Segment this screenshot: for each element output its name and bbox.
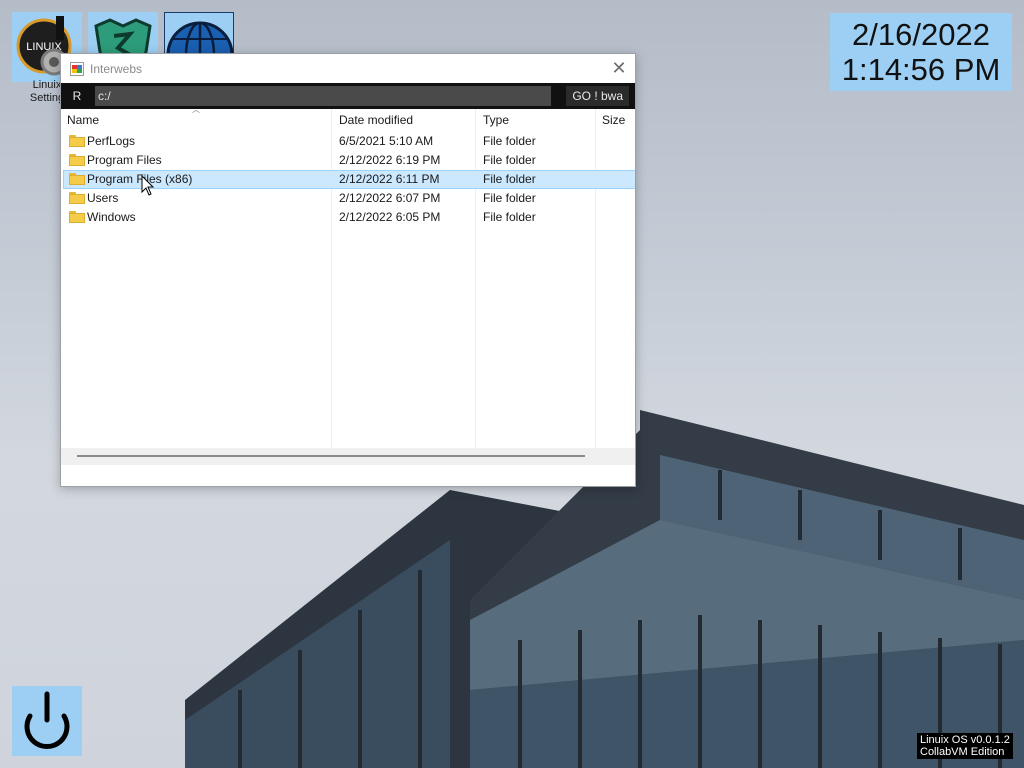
column-header-size[interactable]: Size [602, 113, 625, 127]
folder-icon [69, 211, 85, 223]
item-type: File folder [483, 210, 536, 224]
item-date: 6/5/2021 5:10 AM [339, 134, 434, 148]
item-name: Program Files [87, 153, 162, 167]
file-list: ︿ Name Date modified Type Size PerfLogs … [61, 109, 635, 465]
column-header-type[interactable]: Type [483, 113, 509, 127]
interwebs-window: Interwebs ✕ R GO ! bwa ︿ Name Date modif… [60, 53, 636, 487]
power-button[interactable] [12, 686, 82, 756]
item-name: PerfLogs [87, 134, 136, 148]
refresh-button[interactable]: R [61, 83, 93, 109]
list-item[interactable]: Windows 2/12/2022 6:05 PM File folder [63, 208, 635, 227]
close-icon[interactable]: ✕ [611, 59, 627, 77]
column-header-name[interactable]: Name [67, 113, 99, 127]
item-date: 2/12/2022 6:07 PM [339, 191, 441, 205]
list-item[interactable]: PerfLogs 6/5/2021 5:10 AM File folder [63, 132, 635, 151]
item-type: File folder [483, 134, 536, 148]
item-type: File folder [483, 172, 536, 186]
item-name: Users [87, 191, 119, 205]
scrollbar-thumb[interactable] [77, 455, 585, 457]
item-date: 2/12/2022 6:05 PM [339, 210, 441, 224]
os-edition-line: CollabVM Edition [920, 746, 1005, 758]
item-type: File folder [483, 153, 536, 167]
folder-icon [69, 173, 85, 185]
path-input[interactable] [95, 86, 551, 106]
list-item[interactable]: Program Files 2/12/2022 6:19 PM File fol… [63, 151, 635, 170]
item-type: File folder [483, 191, 536, 205]
address-toolbar: R GO ! bwa [61, 83, 635, 109]
window-title: Interwebs [90, 61, 143, 76]
item-name: Windows [87, 210, 136, 224]
folder-icon [69, 192, 85, 204]
item-date: 2/12/2022 6:19 PM [339, 153, 441, 167]
sort-arrow-icon: ︿ [192, 109, 200, 114]
column-header-date[interactable]: Date modified [339, 113, 413, 127]
item-date: 2/12/2022 6:11 PM [339, 172, 440, 186]
item-name: Program Files (x86) [87, 172, 193, 186]
mouse-cursor-icon [141, 175, 155, 196]
folder-icon [69, 135, 85, 147]
folder-icon [69, 154, 85, 166]
horizontal-scrollbar[interactable] [61, 448, 635, 465]
clock-date: 2/16/2022 [852, 17, 990, 52]
go-button[interactable]: GO ! bwa [566, 86, 629, 106]
window-titlebar[interactable]: Interwebs ✕ [61, 54, 635, 83]
list-header: ︿ Name Date modified Type Size [61, 109, 635, 132]
os-version-label: Linuix OS v0.0.1.2 CollabVM Edition [917, 733, 1013, 759]
power-icon [24, 691, 70, 749]
os-version-line: Linuix OS v0.0.1.2 [920, 734, 1010, 746]
clock-widget: 2/16/2022 1:14:56 PM [830, 13, 1012, 91]
app-window-icon [70, 61, 84, 76]
clock-time: 1:14:56 PM [841, 52, 1001, 87]
